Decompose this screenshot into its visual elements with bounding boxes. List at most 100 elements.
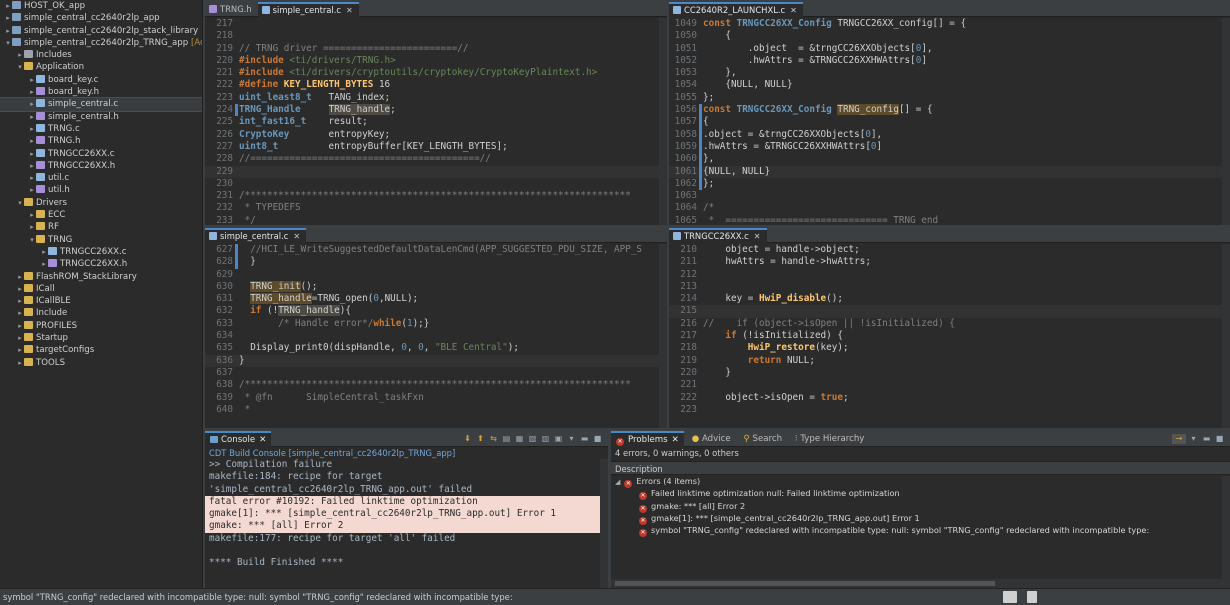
code-line[interactable]: 218 HwiP_restore(key);	[669, 342, 1230, 354]
tree-item[interactable]: ▸ TRNGCC26XX.c	[0, 148, 202, 160]
editor-tab[interactable]: TRNGCC26XX.c ✕	[669, 228, 767, 243]
code-line[interactable]: 1051 .object = &trngCC26XXObjects[0],	[669, 43, 1230, 55]
code-line[interactable]: 1064 /*	[669, 202, 1230, 214]
display-console-icon[interactable]: ▣	[553, 434, 564, 444]
code-line[interactable]: 219 return NULL;	[669, 355, 1230, 367]
code-line[interactable]: 1059 .hwAttrs = &TRNGCC26XXHWAttrs[0]	[669, 140, 1230, 154]
maximize-icon[interactable]: ■	[1214, 434, 1225, 444]
tree-item[interactable]: ▸ TRNGCC26XX.c	[0, 246, 202, 258]
code-line[interactable]: 628 }	[205, 256, 667, 269]
horizontal-scrollbar[interactable]	[611, 579, 1222, 588]
code-line[interactable]: 1057 {	[669, 116, 1230, 129]
code-line[interactable]: 631 TRNG_handle=TRNG_open(0,NULL);	[205, 293, 667, 305]
expand-toggle-icon[interactable]: ▸	[28, 221, 36, 233]
problem-row[interactable]: ✕ symbol "TRNG_config" redeclared with in…	[611, 524, 1230, 538]
expand-toggle-icon[interactable]: ▾	[16, 197, 24, 209]
tree-item[interactable]: ▾ Application	[0, 61, 202, 73]
code-line[interactable]: 1054 {NULL, NULL}	[669, 79, 1230, 91]
code-line[interactable]: 219 // TRNG driver ======================…	[205, 43, 667, 55]
code-line[interactable]: 225 int_fast16_t result;	[205, 116, 667, 128]
expand-toggle-icon[interactable]: ▸	[16, 271, 24, 283]
close-icon[interactable]: ✕	[293, 232, 300, 241]
code-line[interactable]: 640 *	[205, 404, 667, 416]
code-line[interactable]: 1062};	[669, 177, 1230, 191]
expand-toggle-icon[interactable]: ▸	[16, 295, 24, 307]
code-line[interactable]: 216 // if (object->isOpen || !isInitializ…	[669, 318, 1230, 330]
code-line[interactable]: 1056 const TRNGCC26XX_Config TRNG_config[…	[669, 104, 1230, 117]
problem-row[interactable]: ✕ gmake[1]: *** [simple_central_cc2640r2l…	[611, 512, 1230, 525]
tree-item[interactable]: ▸ TRNGCC26XX.h	[0, 258, 202, 270]
expand-toggle-icon[interactable]: ▾	[4, 37, 12, 49]
tab-problems[interactable]: ✕ Problems ✕	[611, 431, 684, 447]
tree-item[interactable]: ▾ Drivers	[0, 197, 202, 209]
code-line[interactable]: 1063	[669, 190, 1230, 202]
expand-toggle-icon[interactable]: ▸	[4, 25, 12, 37]
code-line[interactable]: 226 CryptoKey entropyKey;	[205, 129, 667, 141]
tree-item[interactable]: ▸ HOST_OK_app	[0, 0, 202, 12]
editor-tab[interactable]: simple_central.c ✕	[257, 2, 359, 17]
errors-group[interactable]: ◢ ✕ Errors (4 items)	[611, 475, 1230, 488]
expand-toggle-icon[interactable]: ▸	[16, 49, 24, 61]
code-line[interactable]: 221 #include <ti/drivers/cryptoutils/cryp…	[205, 67, 667, 79]
code-area[interactable]: 627 //HCI_LE_WriteSuggestedDefaultDataLe…	[205, 244, 667, 428]
problem-row[interactable]: ✕ gmake: *** [all] Error 2	[611, 500, 1230, 513]
tree-item[interactable]: ▸ Startup	[0, 332, 202, 344]
tree-item[interactable]: ▸ TRNG.c	[0, 123, 202, 135]
code-area[interactable]: 1049 const TRNGCC26XX_Config TRNGCC26XX_c…	[669, 18, 1230, 225]
vertical-scrollbar[interactable]	[1222, 476, 1230, 588]
close-icon[interactable]: ✕	[346, 6, 353, 15]
tree-item[interactable]: ▸ ICall	[0, 283, 202, 295]
vertical-scrollbar[interactable]	[1222, 18, 1230, 225]
tree-item[interactable]: ▸ simple_central.c	[0, 97, 202, 112]
chevron-down-icon[interactable]: ◢	[615, 478, 620, 486]
code-line[interactable]: 214 key = HwiP_disable();	[669, 293, 1230, 305]
tab-search[interactable]: ⚲ Search	[738, 431, 787, 447]
code-line[interactable]: 230	[205, 178, 667, 190]
code-line[interactable]: 629	[205, 269, 667, 281]
code-line[interactable]: 1049 const TRNGCC26XX_Config TRNGCC26XX_c…	[669, 18, 1230, 30]
tree-item[interactable]: ▸ ECC	[0, 209, 202, 221]
tree-item[interactable]: ▾ simple_central_cc2640r2lp_TRNG_app [Act…	[0, 37, 202, 49]
code-area[interactable]: 210 object = handle->object; 211 hwAttrs …	[669, 244, 1230, 428]
code-line[interactable]: 634	[205, 330, 667, 342]
console-output[interactable]: >> Compilation failure makefile:184: reci…	[205, 459, 608, 570]
code-line[interactable]: 218	[205, 30, 667, 42]
code-line[interactable]: 633 /* Handle error*/while(1);}	[205, 318, 667, 330]
tab-type-hierarchy[interactable]: ⁝ Type Hierarchy	[790, 431, 869, 447]
code-line[interactable]: 635 Display_print0(dispHandle, 0, 0, "BL…	[205, 342, 667, 354]
code-line[interactable]: 213	[669, 281, 1230, 293]
notification-icon[interactable]	[1027, 591, 1037, 603]
tree-item[interactable]: ▸ TOOLS	[0, 357, 202, 369]
expand-toggle-icon[interactable]: ▸	[4, 12, 12, 24]
code-line[interactable]: 1050 {	[669, 30, 1230, 42]
tree-item[interactable]: ▸ TRNGCC26XX.h	[0, 160, 202, 172]
column-header-description[interactable]: Description	[611, 461, 1230, 475]
build-status-icon[interactable]	[1003, 591, 1017, 603]
code-line[interactable]: 627 //HCI_LE_WriteSuggestedDefaultDataLe…	[205, 244, 667, 257]
expand-toggle-icon[interactable]: ▸	[16, 320, 24, 332]
code-line[interactable]: 221	[669, 379, 1230, 391]
code-line[interactable]: 1055};	[669, 92, 1230, 104]
expand-toggle-icon[interactable]: ▾	[16, 61, 24, 73]
tree-item[interactable]: ▸ TRNG.h	[0, 135, 202, 147]
editor-tab[interactable]: TRNG.h	[205, 2, 258, 17]
expand-toggle-icon[interactable]: ▸	[28, 74, 36, 86]
word-wrap-icon[interactable]: ⇆	[488, 434, 499, 444]
expand-toggle-icon[interactable]: ▸	[28, 135, 36, 147]
code-area[interactable]: 217 218 219 // TRNG driver ================…	[205, 18, 667, 225]
minimize-icon[interactable]: ▬	[579, 434, 590, 444]
code-line[interactable]: 632 if (!TRNG_handle){	[205, 305, 667, 317]
tree-item[interactable]: ▸ board_key.c	[0, 74, 202, 86]
code-line[interactable]: 228 //===================================…	[205, 153, 667, 165]
code-line[interactable]: 232 * TYPEDEFS	[205, 202, 667, 214]
minimize-icon[interactable]: ▬	[1201, 434, 1212, 444]
vertical-scrollbar[interactable]	[600, 459, 608, 588]
expand-toggle-icon[interactable]: ▸	[16, 283, 24, 295]
code-line[interactable]: 215	[669, 305, 1230, 318]
tree-item[interactable]: ▸ PROFILES	[0, 320, 202, 332]
problem-row[interactable]: ✕ Failed linktime optimization null: Fail…	[611, 487, 1230, 501]
scroll-up-icon[interactable]: ⬆	[475, 434, 486, 444]
tree-item[interactable]: ▸ RF	[0, 221, 202, 233]
tree-item[interactable]: ▸ simple_central_cc2640r2lp_app	[0, 12, 202, 24]
code-line[interactable]: 1065 * ============================= TRN…	[669, 215, 1230, 225]
